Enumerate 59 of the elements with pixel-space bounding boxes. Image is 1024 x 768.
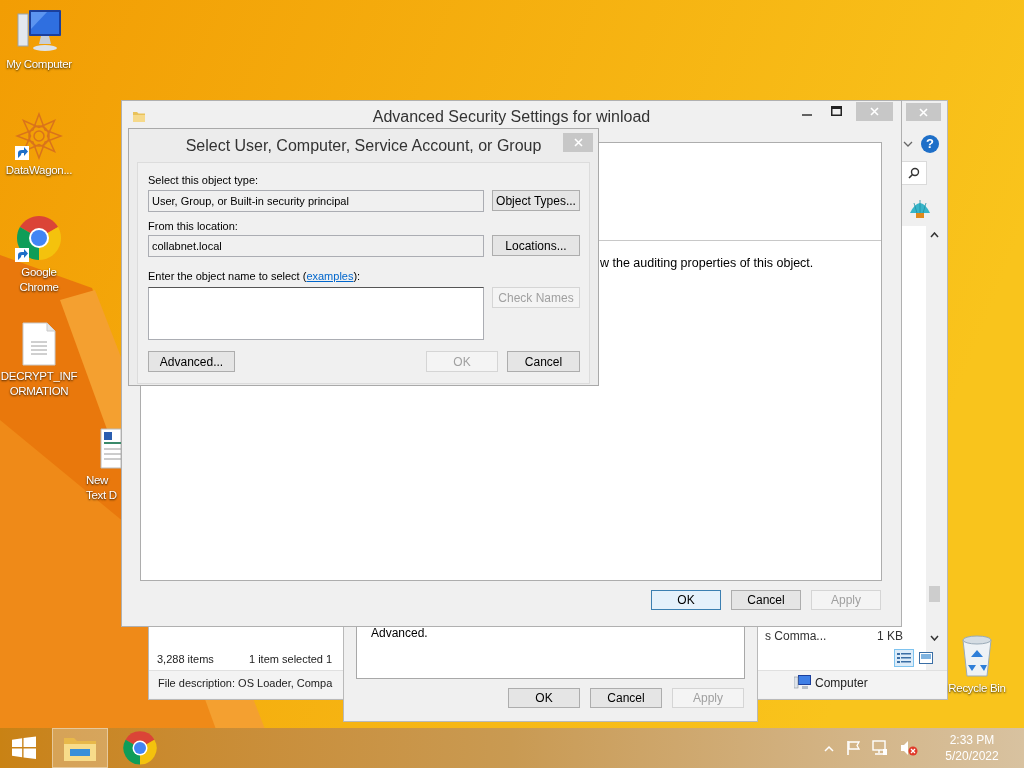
details-view-icon [897,652,911,664]
document-icon[interactable] [100,428,121,470]
view-button[interactable] [916,649,936,667]
icon-label[interactable]: Google Chrome [19,265,59,295]
dialog-button[interactable]: Cancel [590,688,662,708]
examples-link[interactable]: examples [306,270,354,282]
status-text: 1 item selected 1 [249,652,333,666]
search-field[interactable] [901,161,927,185]
file-size-cell: 1 KB [877,629,903,643]
close-icon [573,138,583,147]
close-icon [919,107,928,117]
description-text: w the auditing properties of this object. [600,256,815,271]
dialog-button[interactable]: Cancel [731,590,801,610]
description-text: Advanced. [371,626,429,640]
computer-icon [794,674,812,690]
locations-button[interactable]: Locations... [492,235,580,256]
folder-icon [132,109,146,123]
object-type-field[interactable]: User, Group, or Built-in security principal [148,190,484,212]
dialog-button[interactable]: Advanced... [148,351,235,372]
windows-icon [11,736,37,760]
location-text: Computer [815,676,868,690]
location-field[interactable]: collabnet.local [148,235,484,257]
field-label: Select this object type: [148,174,260,187]
close-button[interactable] [563,133,593,152]
window-title: Advanced Security Settings for winload [372,106,651,127]
clock-date: 5/20/2022 [945,748,999,764]
network-icon[interactable] [872,740,888,756]
shell-icon[interactable] [908,197,932,219]
icon-label[interactable]: DECRYPT_INF ORMATION [0,369,78,399]
dialog-button[interactable]: OK [651,590,721,610]
search-icon [908,167,920,179]
caret-up-icon[interactable] [930,232,939,238]
dialog-button[interactable]: OK [508,688,580,708]
speaker-muted-icon[interactable] [900,740,918,756]
computer-icon[interactable] [15,8,63,54]
document-icon[interactable] [21,322,57,366]
caret-down-icon[interactable] [930,635,939,641]
scrollbar-thumb[interactable] [929,586,940,602]
help-button[interactable]: ? [921,135,939,153]
chevron-icon[interactable] [903,141,913,148]
field-label: Enter the object name to select (examples): [148,270,362,283]
file-description: File description: OS Loader, Compa [158,676,333,690]
taskbar-button[interactable] [52,728,108,768]
chrome-shortcut-icon[interactable] [15,214,63,262]
object-types-button[interactable]: Object Types... [492,190,580,211]
maximize-icon[interactable] [831,106,842,116]
clock-time: 2:33 PM [949,732,995,748]
field-label: From this location: [148,220,239,233]
chrome-icon [122,730,158,766]
icon-label[interactable]: New Text D [86,473,117,503]
status-text: 3,288 items [157,652,214,666]
name-input-field[interactable] [148,287,484,340]
view-button[interactable] [894,649,914,667]
app-shortcut-icon[interactable] [15,112,63,160]
file-type-cell: s Comma... [765,629,827,643]
dialog-button[interactable]: Cancel [507,351,580,372]
dialog-title: Select User, Computer, Service Account, or Group [185,135,542,156]
flag-icon[interactable] [846,740,860,756]
close-icon [870,107,879,116]
